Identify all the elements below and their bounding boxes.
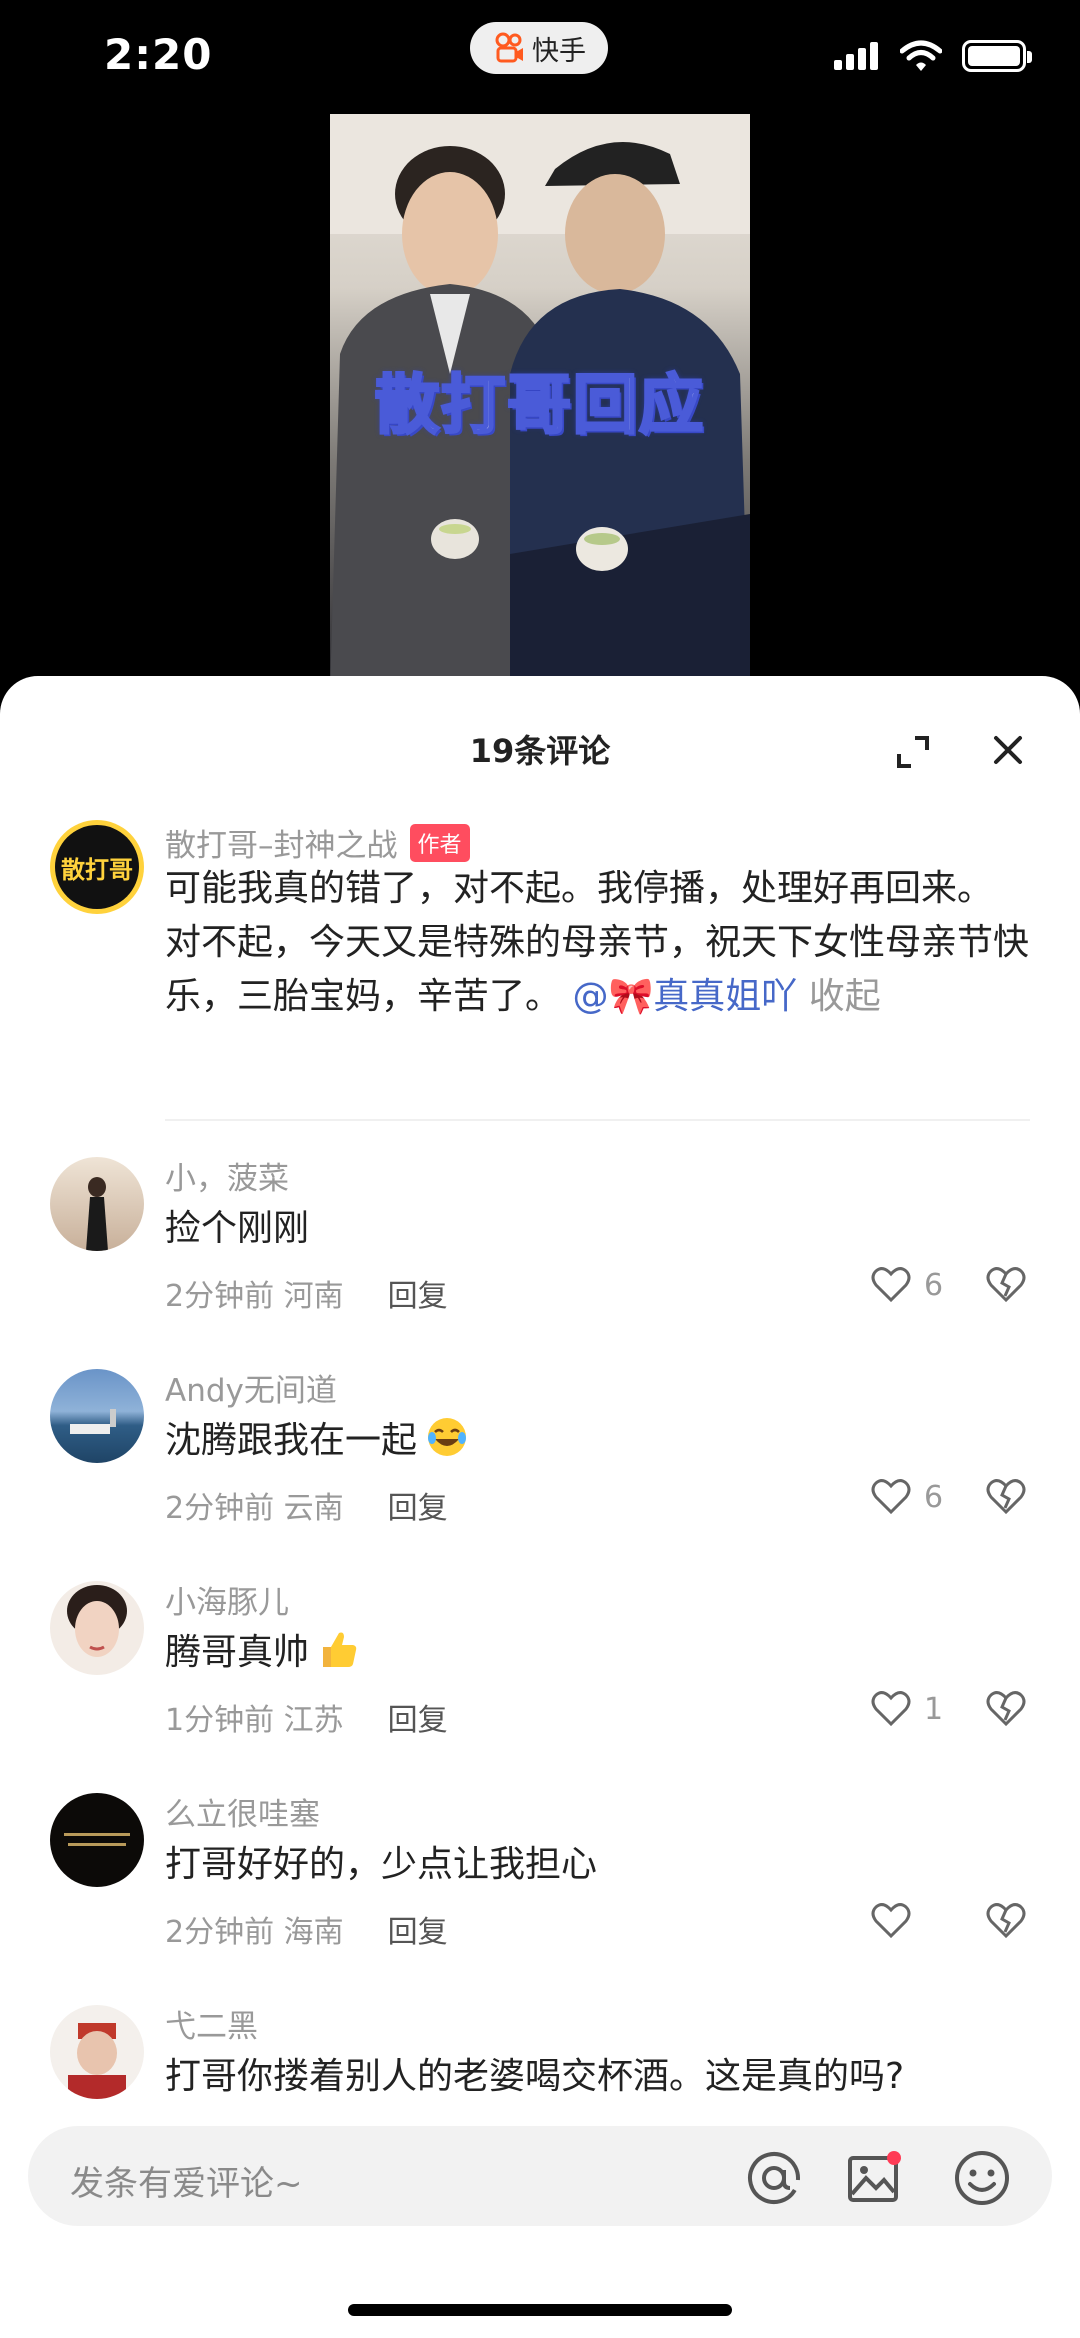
broken-heart-icon[interactable]	[985, 1688, 1027, 1730]
wifi-icon	[900, 40, 942, 71]
like-button[interactable]	[870, 1900, 924, 1942]
mention-link[interactable]: @🎀真真姐吖	[572, 976, 797, 1017]
comment-time: 2分钟前	[165, 1279, 275, 1314]
heart-icon	[871, 1267, 911, 1303]
comment-item: 么立很哇塞 打哥好好的，少点让我担心 2分钟前 海南 回复	[0, 1757, 1080, 1969]
comment-time: 1分钟前	[165, 1703, 275, 1738]
comment-item: 小，菠菜 捡个刚刚 2分钟前 河南 回复 6	[0, 1121, 1080, 1333]
video-player[interactable]: 散打哥回应	[0, 112, 1080, 692]
heart-icon	[871, 1479, 911, 1515]
comment-location: 河南	[283, 1279, 344, 1314]
comment-item: 小海豚儿 腾哥真帅 1分钟前 江苏 回复 1	[0, 1545, 1080, 1757]
comment-username[interactable]: Andy无间道	[165, 1365, 337, 1410]
battery-icon	[962, 40, 1032, 72]
broken-heart-icon[interactable]	[985, 1476, 1027, 1518]
avatar[interactable]: 散打哥	[50, 820, 144, 914]
author-comment-text: 可能我真的错了，对不起。我停播，处理好再回来。 对不起，今天又是特殊的母亲节，祝…	[165, 862, 1035, 1024]
avatar[interactable]	[50, 2005, 144, 2099]
emoji-picker-icon[interactable]	[952, 2148, 1012, 2208]
like-button[interactable]: 6	[870, 1476, 943, 1518]
like-button[interactable]: 1	[870, 1688, 943, 1730]
app-indicator-pill[interactable]: 快手	[470, 22, 608, 74]
author-badge: 作者	[409, 823, 470, 862]
thumbs-up-emoji-icon	[323, 1632, 357, 1667]
close-icon[interactable]	[990, 732, 1026, 768]
like-button[interactable]: 6	[870, 1264, 943, 1306]
status-bar: 2:20 快手	[0, 0, 1080, 112]
comment-meta: 2分钟前 河南 回复	[165, 1271, 448, 1315]
comment-username[interactable]: 小海豚儿	[165, 1577, 289, 1622]
comment-meta: 2分钟前 海南 回复	[165, 1907, 448, 1951]
author-avatar-text: 散打哥	[55, 825, 139, 909]
heart-icon	[871, 1903, 911, 1939]
image-upload-icon[interactable]	[844, 2148, 904, 2208]
comment-location: 云南	[283, 1491, 344, 1526]
comment-meta: 2分钟前 云南 回复	[165, 1483, 448, 1527]
like-count: 6	[924, 1479, 944, 1515]
comment-input[interactable]: 发条有爱评论~	[28, 2126, 1052, 2226]
broken-heart-icon[interactable]	[985, 1900, 1027, 1942]
laughing-tears-emoji-icon	[428, 1418, 467, 1456]
comment-item: Andy无间道 沈腾跟我在一起 2分钟前 云南 回复 6	[0, 1333, 1080, 1545]
avatar[interactable]	[50, 1581, 144, 1675]
comment-username[interactable]: 么立很哇塞	[165, 1789, 320, 1834]
author-username[interactable]: 散打哥–封神之战	[165, 820, 398, 865]
collapse-link[interactable]: 收起	[809, 976, 881, 1017]
video-frame[interactable]: 散打哥回应	[330, 114, 750, 692]
comment-input-placeholder: 发条有爱评论~	[70, 2164, 303, 2204]
comment-username[interactable]: 小，菠菜	[165, 1153, 289, 1198]
comment-time: 2分钟前	[165, 1491, 275, 1526]
reply-button[interactable]: 回复	[388, 1271, 448, 1315]
comment-text: 打哥你搂着别人的老婆喝交杯酒。这是真的吗?	[165, 2056, 905, 2097]
cellular-signal-icon	[834, 42, 878, 70]
comment-time: 2分钟前	[165, 1915, 275, 1950]
comment-location: 海南	[283, 1915, 344, 1950]
reply-button[interactable]: 回复	[388, 1907, 448, 1951]
comment-username[interactable]: 弋二黑	[165, 2001, 258, 2046]
comment-sheet: 19条评论 散打哥 散打哥–封神之战 作者 可能我真的错了，对不起。我停播，处理…	[0, 676, 1080, 2338]
comment-text: 打哥好好的，少点让我担心	[165, 1844, 598, 1885]
avatar[interactable]	[50, 1157, 144, 1251]
heart-icon	[871, 1691, 911, 1727]
avatar[interactable]	[50, 1793, 144, 1887]
app-name: 快手	[532, 35, 586, 67]
author-comment: 散打哥 散打哥–封神之战 作者 可能我真的错了，对不起。我停播，处理好再回来。 …	[0, 786, 1080, 1121]
comment-text: 捡个刚刚	[165, 1208, 310, 1249]
status-time: 2:20	[104, 30, 213, 79]
video-caption: 散打哥回应	[374, 368, 705, 445]
like-count: 6	[924, 1267, 944, 1303]
broken-heart-icon[interactable]	[985, 1264, 1027, 1306]
expand-icon[interactable]	[895, 734, 931, 770]
sheet-header: 19条评论	[0, 676, 1080, 786]
home-indicator[interactable]	[348, 2304, 732, 2316]
like-count: 1	[924, 1691, 944, 1727]
at-mention-icon[interactable]	[744, 2148, 804, 2208]
avatar[interactable]	[50, 1369, 144, 1463]
kuaishou-logo-icon	[495, 32, 523, 63]
comment-text: 沈腾跟我在一起	[165, 1411, 469, 1463]
reply-button[interactable]: 回复	[388, 1483, 448, 1527]
comment-list[interactable]: 散打哥 散打哥–封神之战 作者 可能我真的错了，对不起。我停播，处理好再回来。 …	[0, 786, 1080, 2116]
comment-item: 弋二黑 打哥你搂着别人的老婆喝交杯酒。这是真的吗?	[0, 1969, 1080, 2116]
comment-text: 腾哥真帅	[165, 1623, 361, 1675]
comment-location: 江苏	[283, 1703, 344, 1738]
comment-meta: 1分钟前 江苏 回复	[165, 1695, 448, 1739]
reply-button[interactable]: 回复	[388, 1695, 448, 1739]
